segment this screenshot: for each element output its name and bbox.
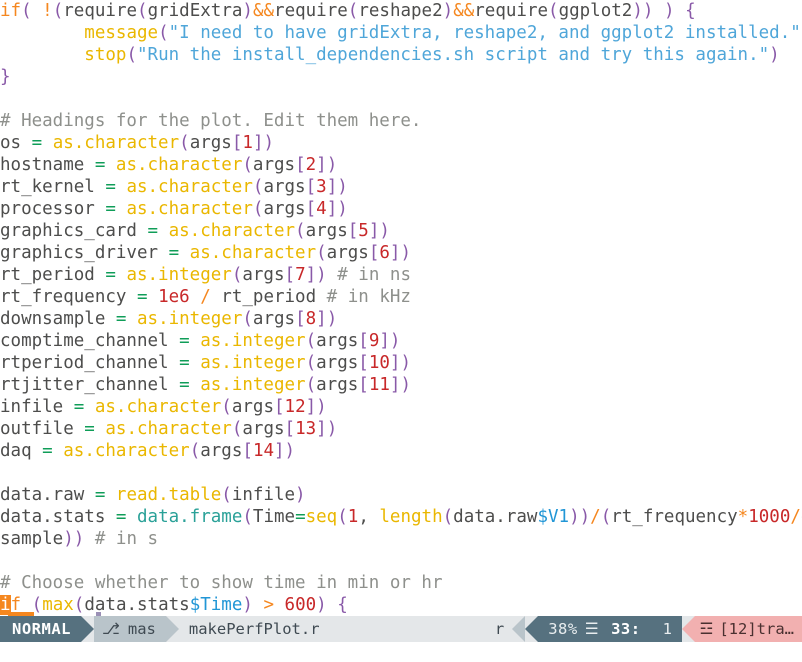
token-ident: require: [63, 1, 138, 21]
code-line: data.raw = read.table(infile): [0, 485, 306, 505]
token-function: message: [84, 23, 159, 43]
code-line: graphics_driver = as.character(args[6]): [0, 243, 411, 263]
statusline: NORMAL ⎇ mas makePerfPlot.r r 38% ☰ 33: …: [0, 616, 802, 642]
token-number: 1e6: [158, 287, 190, 307]
statusline-filename: makePerfPlot.r: [178, 616, 495, 642]
statusline-filetype: r: [494, 616, 513, 642]
token-string: "I need to have gridExtra, reshape2, and…: [168, 23, 801, 43]
statusline-percent: 38%: [548, 620, 578, 638]
whitespace-warning-icon: ☲: [699, 620, 714, 638]
token-brace: }: [0, 67, 11, 87]
token-operator: /: [200, 287, 211, 307]
statusline-warning-separator-icon: [682, 616, 696, 642]
code-line: rtperiod_channel = as.integer(args[10]): [0, 353, 411, 373]
code-line-comment: # Headings for the plot. Edit them here.: [0, 111, 422, 131]
code-line: rt_frequency = 1e6 / rt_period # in kHz: [0, 287, 411, 307]
code-line: comptime_channel = as.integer(args[9]): [0, 331, 401, 351]
token-function: stop: [84, 45, 127, 65]
token-function: max: [42, 595, 74, 615]
token-and: &&: [252, 1, 275, 21]
code-line-wrapped: data.stats = data.frame(Time=seq(1, leng…: [0, 507, 802, 527]
code-line: infile = as.character(args[12]): [0, 397, 327, 417]
statusline-branch-label: mas: [127, 620, 156, 638]
statusline-mode-separator-icon: [81, 616, 94, 642]
statusline-pos-separator-outer-icon: [512, 616, 526, 642]
code-line: rt_period = as.integer(args[7]) # in ns: [0, 265, 411, 285]
token-string: "Run the install_dependencies.sh script …: [137, 45, 770, 65]
statusline-column-number: 1: [662, 620, 673, 638]
code-line: graphics_card = as.character(args[5]): [0, 221, 390, 241]
code-line: processor = as.character(args[4]): [0, 199, 348, 219]
statusline-warning-label: [12]tra…: [719, 620, 794, 638]
code-line: outfile = as.character(args[13]): [0, 419, 338, 439]
code-line: rt_kernel = as.character(args[3]): [0, 177, 348, 197]
token-function: read.table: [115, 485, 222, 505]
code-line-wrap-cont: sample)) # in s: [0, 529, 159, 549]
statusline-position: 38% ☰ 33: 1: [538, 616, 683, 642]
token-operator: >: [252, 595, 285, 615]
code-line-with-cursor: if (max(data.stats$Time) > 600) {: [0, 595, 348, 615]
code-line: rtjitter_channel = as.integer(args[11]): [0, 375, 411, 395]
code-line-comment: # Choose whether to show time in min or …: [0, 573, 443, 593]
git-branch-icon: ⎇: [102, 620, 120, 638]
code-line: daq = as.character(args[14]): [0, 441, 296, 461]
line-number-icon: ☰: [584, 620, 600, 638]
token-brace: {: [685, 1, 696, 21]
token-assign: =: [31, 133, 43, 153]
code-line: }: [0, 66, 802, 88]
code-line: if( !(require(gridExtra)&&require(reshap…: [0, 1, 696, 21]
token-paren: (: [21, 1, 32, 21]
token-column-ref: $V1: [537, 507, 570, 527]
statusline-branch: ⎇ mas: [94, 616, 166, 642]
token-dataframe: data.frame: [137, 507, 243, 527]
code-line: stop("Run the install_dependencies.sh sc…: [84, 45, 780, 65]
statusline-mode: NORMAL: [0, 616, 81, 642]
token-column-ref: $Time: [189, 595, 243, 615]
code-line: os = as.character(args[1]): [0, 133, 275, 153]
statusline-branch-separator-icon: [165, 616, 179, 642]
token-comment: # in ns: [326, 265, 411, 285]
statusline-pos-separator-inner-icon: [525, 616, 539, 642]
code-line: hostname = as.character(args[2]): [0, 155, 338, 175]
token-number: 1: [242, 133, 253, 153]
token-keyword: if: [0, 1, 22, 21]
statusline-warning: ☲ [12]tra…: [695, 616, 802, 642]
token-not: !: [42, 1, 53, 21]
code-line: message("I need to have gridExtra, resha…: [84, 23, 802, 43]
statusline-line-number: 33:: [611, 620, 641, 638]
token-function: as.character: [52, 133, 180, 153]
code-line: downsample = as.integer(args[8]): [0, 309, 338, 329]
editor-buffer[interactable]: if( !(require(gridExtra)&&require(reshap…: [0, 0, 802, 616]
